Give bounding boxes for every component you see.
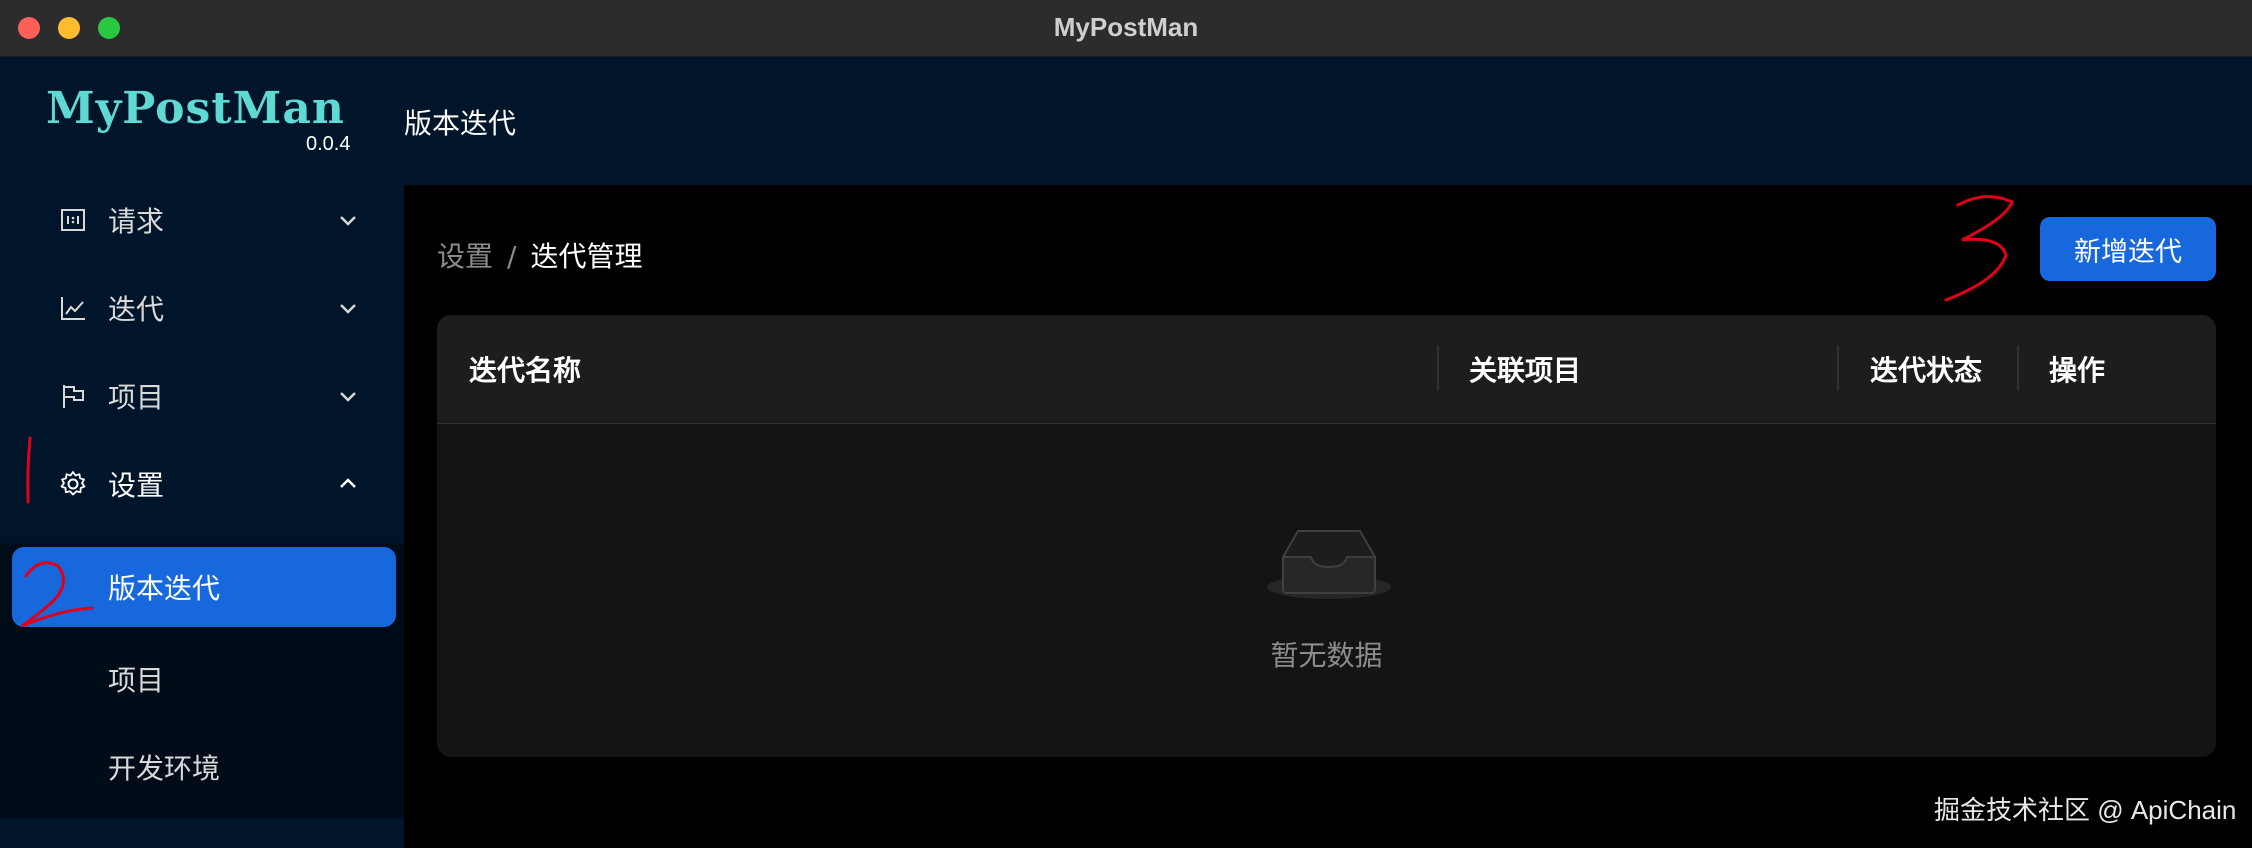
sidebar-subitem-dev-env[interactable]: 开发环境 — [0, 727, 404, 807]
request-icon — [58, 205, 88, 235]
column-header-status: 迭代状态 — [1870, 354, 1983, 387]
app-logo: MyPostMan — [46, 83, 345, 134]
sidebar-item-label: 项目 — [108, 381, 165, 414]
watermark: 掘金技术社区 @ ApiChain — [1934, 795, 2237, 825]
chevron-down-icon — [340, 304, 356, 314]
column-header-project: 关联项目 — [1469, 354, 1582, 387]
breadcrumb-parent[interactable]: 设置 — [437, 240, 493, 273]
column-header-name: 迭代名称 — [469, 354, 582, 387]
sidebar-item-label: 设置 — [108, 469, 165, 502]
settings-submenu: 版本迭代 项目 开发环境 — [0, 543, 404, 818]
add-iteration-button[interactable]: 新增迭代 — [2040, 217, 2216, 281]
chevron-down-icon — [340, 216, 356, 226]
empty-text: 暂无数据 — [1270, 639, 1383, 672]
breadcrumb-current: 迭代管理 — [530, 240, 643, 273]
iteration-table: 迭代名称 关联项目 迭代状态 操作 暂无数据 — [437, 315, 2216, 757]
main-content: 设置 / 迭代管理 新增迭代 迭代名称 关联项目 迭代状态 操作 暂无数据 — [404, 185, 2252, 848]
app-window: MyPostMan MyPostMan 0.0.4 请求 迭代 项目 设置 版本… — [0, 0, 2252, 848]
column-header-actions: 操作 — [2049, 354, 2106, 387]
sidebar: MyPostMan 0.0.4 请求 迭代 项目 设置 版本迭代 项目 开发环境 — [0, 57, 404, 848]
sidebar-item-project[interactable]: 项目 — [0, 352, 404, 440]
app-version: 0.0.4 — [306, 133, 351, 155]
column-divider — [1837, 345, 1839, 391]
sidebar-subitem-version-iteration[interactable]: 版本迭代 — [12, 547, 396, 627]
sidebar-item-request[interactable]: 请求 — [0, 176, 404, 264]
table-body: 暂无数据 — [437, 424, 2216, 757]
sidebar-subitem-label: 版本迭代 — [108, 572, 221, 605]
page-header: 版本迭代 — [404, 57, 2252, 185]
window-title: MyPostMan — [1053, 12, 1199, 42]
sidebar-item-settings[interactable]: 设置 — [0, 440, 404, 528]
sidebar-subitem-project[interactable]: 项目 — [0, 639, 404, 719]
line-chart-icon — [58, 293, 88, 323]
sidebar-item-iteration[interactable]: 迭代 — [0, 264, 404, 352]
column-divider — [2017, 345, 2019, 391]
breadcrumb: 设置 / 迭代管理 — [437, 235, 642, 275]
gear-icon — [58, 469, 88, 499]
sidebar-item-label: 请求 — [108, 205, 165, 238]
chevron-up-icon — [340, 478, 356, 488]
header-title: 版本迭代 — [404, 107, 517, 140]
table-header: 迭代名称 关联项目 迭代状态 操作 — [437, 315, 2216, 424]
chevron-down-icon — [340, 392, 356, 402]
flag-icon — [58, 381, 88, 411]
empty-inbox-icon — [1267, 530, 1391, 599]
breadcrumb-separator: / — [507, 240, 517, 273]
sidebar-item-label: 迭代 — [108, 293, 165, 326]
title-bar: MyPostMan — [0, 0, 2252, 57]
sidebar-subitem-label: 开发环境 — [108, 752, 221, 785]
sidebar-subitem-label: 项目 — [108, 664, 165, 697]
column-divider — [1437, 345, 1439, 391]
